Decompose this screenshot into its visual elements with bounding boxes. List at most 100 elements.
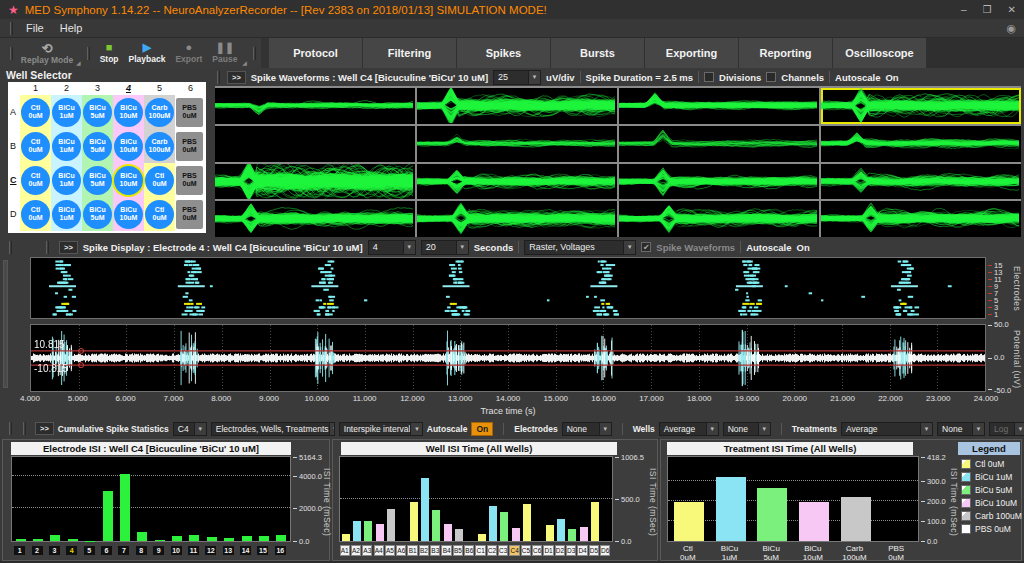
well-row-header[interactable]: C [10,175,17,185]
waveform-cell-12[interactable] [821,164,1021,200]
autoscale-value[interactable]: On [885,72,898,83]
waveform-cell-1[interactable] [215,88,415,124]
well-column-header[interactable]: 2 [51,83,82,93]
wells-err-select[interactable]: None▼ [723,422,771,436]
stats-well-select[interactable]: C4▼ [173,422,207,436]
well-D2[interactable]: BiCu1uM [52,200,81,229]
well-D6[interactable]: PBS0uM [176,200,203,229]
waveform-cell-6[interactable] [417,126,617,162]
well-A2[interactable]: BiCu1uM [52,98,81,127]
well-row-header[interactable]: B [10,141,16,151]
log-select[interactable]: Log▼ [989,422,1024,436]
well-isi-category-B4[interactable]: B4 [441,545,451,556]
electrode-isi-category-9[interactable]: 9 [152,545,165,556]
stats-grouping-select[interactable]: Electrodes, Wells, Treatments▼ [211,422,335,436]
well-column-header[interactable]: 4 [113,83,144,93]
toolbar-drag-handle[interactable] [10,47,13,60]
divisions-checkbox[interactable] [704,72,714,82]
electrode-isi-category-14[interactable]: 14 [239,545,252,556]
waveform-cell-13[interactable] [215,201,415,237]
toolbar-drag-handle[interactable] [87,47,90,60]
wells-avg-select[interactable]: Average▼ [659,422,719,436]
help-badge-icon[interactable]: ◉ [1006,22,1016,35]
autoscale-on-button[interactable]: On [471,422,493,436]
electrode-isi-category-8[interactable]: 8 [135,545,148,556]
toolbar-drag-handle[interactable] [253,47,256,60]
electrode-isi-category-3[interactable]: 3 [48,545,61,556]
collapse-button[interactable]: >> [227,71,246,84]
well-isi-category-D1[interactable]: D1 [543,545,553,556]
electrode-isi-category-7[interactable]: 7 [117,545,130,556]
tab-exporting[interactable]: Exporting [645,38,739,68]
well-isi-category-B6[interactable]: B6 [464,545,474,556]
panel-drag-handle[interactable] [23,422,26,435]
well-isi-category-C4[interactable]: C4 [509,545,519,556]
well-A5[interactable]: Carb100uM [145,98,174,127]
well-C1[interactable]: Ctl0uM [21,166,50,195]
well-B4[interactable]: BiCu10uM [114,132,143,161]
replay-mode-button[interactable]: ⟲ Replay Mode [18,38,76,68]
stats-metric-select[interactable]: Interspike interval▼ [339,422,423,436]
well-B2[interactable]: BiCu1uM [52,132,81,161]
menu-drag-handle[interactable] [10,22,13,35]
waveform-cell-9[interactable] [215,164,415,200]
group-expand-icon[interactable]: ◢ [76,59,81,66]
tab-bursts[interactable]: Bursts [551,38,645,68]
panel-drag-handle[interactable] [46,241,49,254]
well-column-header[interactable]: 3 [82,83,113,93]
maximize-button[interactable]: ❒ [983,4,992,15]
panel-drag-handle[interactable] [9,241,12,254]
waveform-cell-3[interactable] [619,88,819,124]
group-expand-icon[interactable]: ◢ [242,59,247,66]
well-column-header[interactable]: 1 [20,83,51,93]
autoscale-value[interactable]: On [797,242,810,253]
treatments-avg-select[interactable]: Average▼ [841,422,933,436]
electrode-isi-category-10[interactable]: 10 [170,545,183,556]
electrode-isi-category-4[interactable]: 4 [65,545,78,556]
well-C5[interactable]: Ctl0uM [145,166,174,195]
playback-button[interactable]: ▶Playback [124,38,171,68]
well-isi-category-C6[interactable]: C6 [532,545,542,556]
well-row-header[interactable]: D [10,209,17,219]
stop-button[interactable]: ■Stop [95,38,124,68]
well-C6[interactable]: PBS0uM [176,166,203,195]
well-isi-category-A1[interactable]: A1 [340,545,350,556]
close-button[interactable]: ✕ [1008,4,1016,15]
well-isi-category-D4[interactable]: D4 [577,545,587,556]
electrode-isi-category-12[interactable]: 12 [204,545,217,556]
well-column-header[interactable]: 6 [175,83,206,93]
electrodes-err-select[interactable]: None▼ [562,422,612,436]
waveform-cell-2[interactable] [417,88,617,124]
well-A1[interactable]: Ctl0uM [21,98,50,127]
menu-help[interactable]: Help [52,22,91,34]
well-A3[interactable]: BiCu5uM [83,98,112,127]
well-C2[interactable]: BiCu1uM [52,166,81,195]
electrode-select[interactable]: 4▼ [368,240,416,255]
well-isi-category-A2[interactable]: A2 [351,545,361,556]
well-isi-category-D5[interactable]: D5 [589,545,599,556]
waveform-cell-14[interactable] [417,201,617,237]
well-A6[interactable]: PBS0uM [176,98,203,127]
export-button[interactable]: ●Export [170,38,207,68]
tab-protocol[interactable]: Protocol [269,38,363,68]
treatments-err-select[interactable]: None▼ [937,422,985,436]
electrode-isi-category-11[interactable]: 11 [187,545,200,556]
waveform-cell-10[interactable] [417,164,617,200]
uv-div-select[interactable]: 25▼ [493,70,541,85]
collapse-button[interactable]: >> [35,422,54,435]
electrode-isi-category-16[interactable]: 16 [274,545,287,556]
waveform-cell-7[interactable] [619,126,819,162]
well-B6[interactable]: PBS0uM [176,132,203,161]
tab-oscilloscope[interactable]: Oscilloscope [833,38,927,68]
well-B3[interactable]: BiCu5uM [83,132,112,161]
well-isi-category-C3[interactable]: C3 [498,545,508,556]
pause-button[interactable]: ❚❚Pause [207,38,242,68]
well-isi-category-D6[interactable]: D6 [600,545,610,556]
display-mode-select[interactable]: Raster, Voltages▼ [524,240,636,255]
well-D5[interactable]: Ctl0uM [145,200,174,229]
waveform-cell-8[interactable] [821,126,1021,162]
well-B5[interactable]: Carb100uM [145,132,174,161]
electrode-isi-category-5[interactable]: 5 [83,545,96,556]
well-isi-category-C5[interactable]: C5 [521,545,531,556]
waveform-cell-5[interactable] [215,126,415,162]
